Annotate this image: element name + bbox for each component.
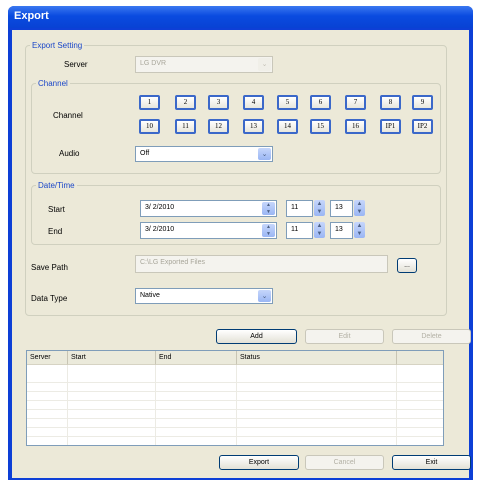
channel-button-14[interactable]: 14 bbox=[277, 119, 298, 134]
delete-button[interactable]: Delete bbox=[392, 329, 471, 344]
column-divider bbox=[67, 365, 68, 445]
data-type-dropdown[interactable]: Native ⌄ bbox=[135, 288, 273, 304]
channel-button-9[interactable]: 9 bbox=[412, 95, 433, 110]
channel-label: Channel bbox=[53, 111, 83, 120]
end-minute-value: 13 bbox=[335, 226, 343, 233]
export-setting-legend: Export Setting bbox=[32, 41, 83, 50]
end-minute-spin-icon[interactable]: ▲ ▼ bbox=[354, 222, 365, 238]
channel-button-16[interactable]: 16 bbox=[345, 119, 366, 134]
column-header-extra[interactable] bbox=[397, 351, 443, 365]
window-title: Export bbox=[14, 10, 49, 22]
end-hour-spin-icon[interactable]: ▲ ▼ bbox=[314, 222, 325, 238]
start-label: Start bbox=[48, 205, 65, 214]
server-value: LG DVR bbox=[140, 60, 167, 67]
spin-updown-icon[interactable]: ▲ ▼ bbox=[262, 224, 275, 237]
cancel-button[interactable]: Cancel bbox=[305, 455, 384, 470]
column-header-server[interactable]: Server bbox=[27, 351, 68, 365]
save-path-field[interactable]: C:\LG Exported Files bbox=[135, 255, 388, 273]
channel-legend: Channel bbox=[38, 79, 68, 88]
start-minute-value: 13 bbox=[335, 204, 343, 211]
save-path-value: C:\LG Exported Files bbox=[140, 259, 205, 266]
server-dropdown[interactable]: LG DVR ⌄ bbox=[135, 56, 273, 73]
channel-button-1[interactable]: 1 bbox=[139, 95, 160, 110]
add-button[interactable]: Add bbox=[216, 329, 297, 344]
start-hour-field[interactable]: 11 bbox=[286, 200, 313, 217]
edit-button[interactable]: Edit bbox=[305, 329, 384, 344]
start-minute-field[interactable]: 13 bbox=[330, 200, 353, 217]
column-divider bbox=[155, 365, 156, 445]
channel-button-6[interactable]: 6 bbox=[310, 95, 331, 110]
browse-button[interactable]: ... bbox=[397, 258, 417, 273]
exit-button[interactable]: Exit bbox=[392, 455, 471, 470]
channel-button-11[interactable]: 11 bbox=[175, 119, 196, 134]
end-date-picker[interactable]: 3/ 2/2010 ▲ ▼ bbox=[140, 222, 277, 239]
server-label: Server bbox=[64, 60, 88, 69]
channel-button-3[interactable]: 3 bbox=[208, 95, 229, 110]
channel-button-4[interactable]: 4 bbox=[243, 95, 264, 110]
audio-dropdown[interactable]: Off ⌄ bbox=[135, 146, 273, 162]
channel-button-ip2[interactable]: IP2 bbox=[412, 119, 433, 134]
datetime-legend: Date/Time bbox=[38, 181, 75, 190]
start-date-value: 3/ 2/2010 bbox=[145, 204, 175, 211]
start-minute-spin-icon[interactable]: ▲ ▼ bbox=[354, 200, 365, 216]
channel-button-ip1[interactable]: IP1 bbox=[380, 119, 401, 134]
column-header-start[interactable]: Start bbox=[68, 351, 156, 365]
channel-button-10[interactable]: 10 bbox=[139, 119, 160, 134]
start-hour-spin-icon[interactable]: ▲ ▼ bbox=[314, 200, 325, 216]
chevron-down-icon[interactable]: ⌄ bbox=[258, 148, 271, 160]
column-divider bbox=[236, 365, 237, 445]
title-bar[interactable]: Export bbox=[8, 6, 473, 28]
column-header-status[interactable]: Status bbox=[237, 351, 397, 365]
chevron-down-icon: ⌄ bbox=[258, 58, 271, 71]
column-header-end[interactable]: End bbox=[156, 351, 237, 365]
data-type-value: Native bbox=[140, 292, 160, 299]
start-hour-value: 11 bbox=[291, 204, 299, 211]
table-row[interactable] bbox=[27, 436, 443, 445]
chevron-down-icon[interactable]: ⌄ bbox=[258, 290, 271, 302]
start-date-picker[interactable]: 3/ 2/2010 ▲ ▼ bbox=[140, 200, 277, 217]
data-type-label: Data Type bbox=[31, 294, 68, 303]
audio-label: Audio bbox=[59, 149, 80, 158]
channel-button-8[interactable]: 8 bbox=[380, 95, 401, 110]
export-list[interactable]: Server Start End Status bbox=[26, 350, 444, 446]
channel-button-12[interactable]: 12 bbox=[208, 119, 229, 134]
end-hour-field[interactable]: 11 bbox=[286, 222, 313, 239]
spin-updown-icon[interactable]: ▲ ▼ bbox=[262, 202, 275, 215]
end-date-value: 3/ 2/2010 bbox=[145, 226, 175, 233]
channel-button-13[interactable]: 13 bbox=[243, 119, 264, 134]
channel-button-5[interactable]: 5 bbox=[277, 95, 298, 110]
channel-button-7[interactable]: 7 bbox=[345, 95, 366, 110]
audio-value: Off bbox=[140, 150, 150, 157]
channel-button-2[interactable]: 2 bbox=[175, 95, 196, 110]
end-label: End bbox=[48, 227, 63, 236]
end-minute-field[interactable]: 13 bbox=[330, 222, 353, 239]
save-path-label: Save Path bbox=[31, 263, 68, 272]
end-hour-value: 11 bbox=[291, 226, 299, 233]
export-button[interactable]: Export bbox=[219, 455, 299, 470]
channel-button-15[interactable]: 15 bbox=[310, 119, 331, 134]
column-divider bbox=[396, 365, 397, 445]
